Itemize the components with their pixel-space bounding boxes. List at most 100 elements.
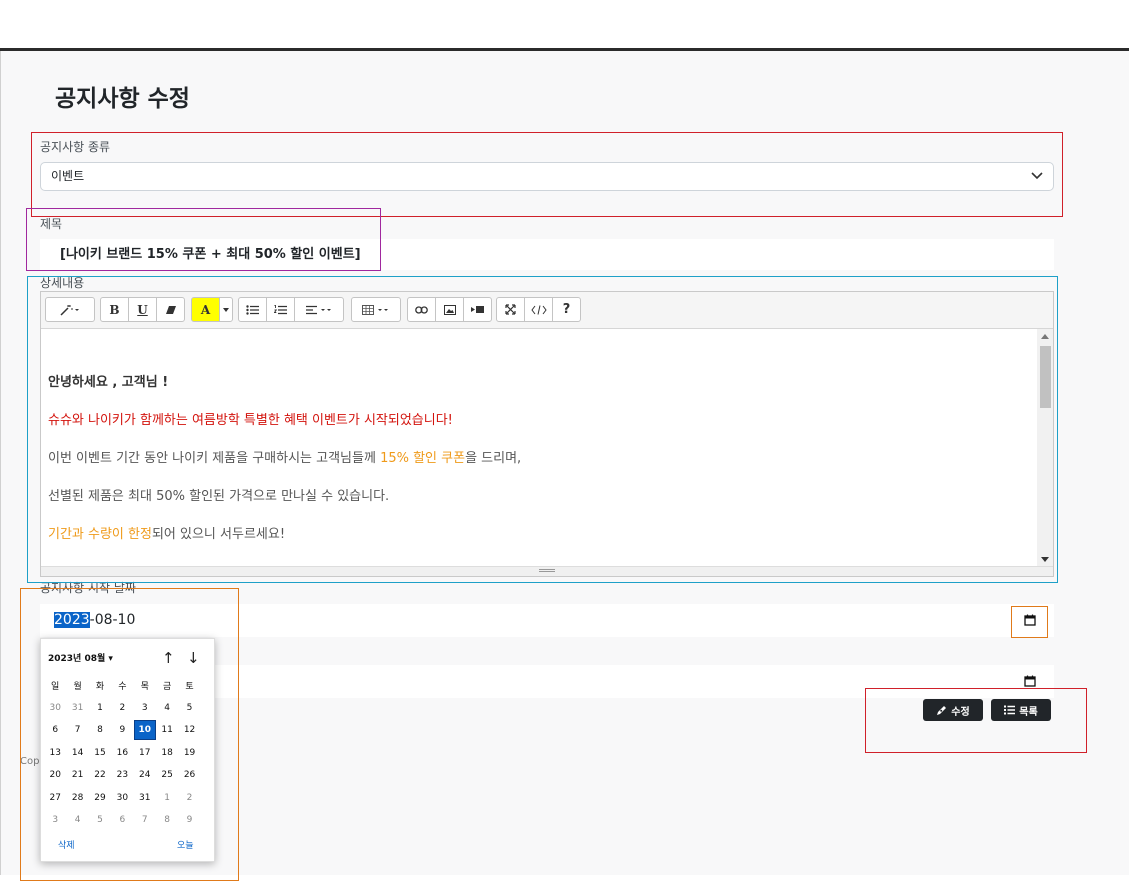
- list-button-label: 목록: [1019, 706, 1038, 718]
- code-view-icon[interactable]: [524, 297, 553, 322]
- day-cell[interactable]: 30: [44, 698, 66, 718]
- caret-down-icon: ▾: [108, 654, 113, 664]
- day-cell[interactable]: 7: [66, 720, 88, 740]
- date-year-selected: 2023: [54, 612, 90, 628]
- day-cell[interactable]: 9: [178, 810, 200, 830]
- day-cell[interactable]: 12: [178, 720, 200, 740]
- video-icon[interactable]: [463, 297, 492, 322]
- arrow-down-icon[interactable]: ↓: [187, 649, 200, 667]
- color-dropdown-icon[interactable]: [219, 297, 233, 322]
- top-bar: [0, 0, 1129, 51]
- underline-icon[interactable]: U: [128, 297, 157, 322]
- day-cell[interactable]: 14: [66, 743, 88, 763]
- day-cell[interactable]: 22: [89, 765, 111, 785]
- weekday-label: 금: [163, 681, 172, 692]
- editor-highlight: 기간과 수량이 한정: [48, 527, 152, 542]
- day-cell[interactable]: 19: [178, 743, 200, 763]
- date-rest: -08-10: [89, 612, 136, 628]
- magic-icon[interactable]: [45, 297, 95, 322]
- align-icon[interactable]: [294, 297, 344, 322]
- editor-line-hurry: 기간과 수량이 한정되어 있으니 서두르세요!: [48, 523, 285, 542]
- day-cell[interactable]: 31: [66, 698, 88, 718]
- day-cell[interactable]: 5: [178, 698, 200, 718]
- day-cell[interactable]: 3: [44, 810, 66, 830]
- day-cell[interactable]: 1: [89, 698, 111, 718]
- day-cell[interactable]: 17: [134, 743, 156, 763]
- day-cell[interactable]: 15: [89, 743, 111, 763]
- day-cell[interactable]: 21: [66, 765, 88, 785]
- subject-input[interactable]: [나이키 브랜드 15% 쿠폰 + 최대 50% 할인 이벤트]: [40, 239, 1054, 270]
- calendar-icon[interactable]: [1024, 675, 1036, 687]
- day-cell[interactable]: 16: [111, 743, 133, 763]
- day-cell[interactable]: 23: [111, 765, 133, 785]
- start-date-label: 공지사항 시작 날짜: [40, 581, 136, 595]
- day-cell[interactable]: 4: [66, 810, 88, 830]
- day-cell[interactable]: 1: [156, 788, 178, 808]
- day-cell[interactable]: 3: [134, 698, 156, 718]
- ordered-list-icon[interactable]: [266, 297, 295, 322]
- datepicker-clear-button[interactable]: 삭제: [58, 838, 75, 851]
- arrow-up-icon[interactable]: ↑: [162, 649, 175, 667]
- day-cell[interactable]: 29: [89, 788, 111, 808]
- day-cell[interactable]: 18: [156, 743, 178, 763]
- week-row: 13 14 15 16 17 18 19: [44, 743, 209, 766]
- editor-resize-bar[interactable]: [41, 566, 1053, 576]
- day-cell[interactable]: 2: [178, 788, 200, 808]
- day-cell[interactable]: 9: [111, 720, 133, 740]
- weekday-label: 화: [95, 681, 105, 692]
- datepicker-weeks: 30 31 1 2 3 4 5 6 7 8 9 10 11 12 13 14 15 16 17 18 19 20 21 22 2…: [44, 698, 209, 833]
- bold-icon[interactable]: B: [100, 297, 129, 322]
- font-color-icon[interactable]: A: [191, 297, 220, 322]
- day-cell[interactable]: 8: [156, 810, 178, 830]
- chevron-down-icon: [1031, 172, 1043, 180]
- pen-icon: [937, 705, 947, 715]
- table-icon[interactable]: [351, 297, 401, 322]
- calendar-icon[interactable]: [1024, 614, 1036, 626]
- day-cell[interactable]: 30: [111, 788, 133, 808]
- editor-content[interactable]: 안녕하세요 , 고객님 ! 슈슈와 나이키가 함께하는 여름방학 특별한 혜택 …: [41, 329, 1038, 567]
- list-button[interactable]: 목록: [991, 699, 1051, 721]
- day-cell[interactable]: 28: [66, 788, 88, 808]
- notice-type-select[interactable]: 이벤트: [40, 162, 1054, 191]
- picture-icon[interactable]: [435, 297, 464, 322]
- week-row: 30 31 1 2 3 4 5: [44, 698, 209, 721]
- unordered-list-icon[interactable]: [238, 297, 267, 322]
- eraser-icon[interactable]: [156, 297, 185, 322]
- link-icon[interactable]: [407, 297, 436, 322]
- day-cell[interactable]: 5: [89, 810, 111, 830]
- rich-text-editor: B U A ? 안녕하세요 , 고객님 ! 슈슈와 나이키가 함께하는 여름방학…: [40, 291, 1054, 577]
- day-cell[interactable]: 20: [44, 765, 66, 785]
- editor-line-discount: 선별된 제품은 최대 50% 할인된 가격으로 만나실 수 있습니다.: [48, 489, 390, 504]
- day-cell[interactable]: 8: [89, 720, 111, 740]
- editor-text: 을 드리며,: [465, 451, 522, 466]
- datepicker-month-select[interactable]: 2023년 08월 ▾: [48, 651, 113, 664]
- scroll-up-icon[interactable]: [1041, 334, 1049, 339]
- week-row: 20 21 22 23 24 25 26: [44, 765, 209, 788]
- datepicker-header: 2023년 08월: [48, 654, 106, 664]
- edit-button[interactable]: 수정: [923, 699, 983, 721]
- editor-highlight: 15% 할인 쿠폰: [380, 451, 466, 466]
- help-icon[interactable]: ?: [552, 297, 581, 322]
- page-title: 공지사항 수정: [55, 86, 190, 112]
- day-cell[interactable]: 31: [134, 788, 156, 808]
- datepicker-today-button[interactable]: 오늘: [177, 838, 194, 851]
- day-cell[interactable]: 25: [156, 765, 178, 785]
- day-cell[interactable]: 26: [178, 765, 200, 785]
- day-cell[interactable]: 4: [156, 698, 178, 718]
- editor-scrollbar[interactable]: [1037, 329, 1053, 567]
- day-cell[interactable]: 24: [134, 765, 156, 785]
- day-cell[interactable]: 6: [44, 720, 66, 740]
- footer-copyright: Cop: [20, 756, 40, 767]
- weekday-label: 수: [118, 681, 127, 692]
- day-cell[interactable]: 10: [133, 720, 156, 740]
- day-cell[interactable]: 6: [111, 810, 133, 830]
- day-cell[interactable]: 27: [44, 788, 66, 808]
- start-date-input[interactable]: 2023-08-10: [40, 604, 1054, 637]
- fullscreen-icon[interactable]: [496, 297, 525, 322]
- scrollbar-thumb[interactable]: [1040, 346, 1051, 408]
- day-cell[interactable]: 11: [156, 720, 178, 740]
- day-cell[interactable]: 7: [134, 810, 156, 830]
- day-cell[interactable]: 13: [44, 743, 66, 763]
- day-cell[interactable]: 2: [111, 698, 133, 718]
- scroll-down-icon[interactable]: [1041, 557, 1049, 562]
